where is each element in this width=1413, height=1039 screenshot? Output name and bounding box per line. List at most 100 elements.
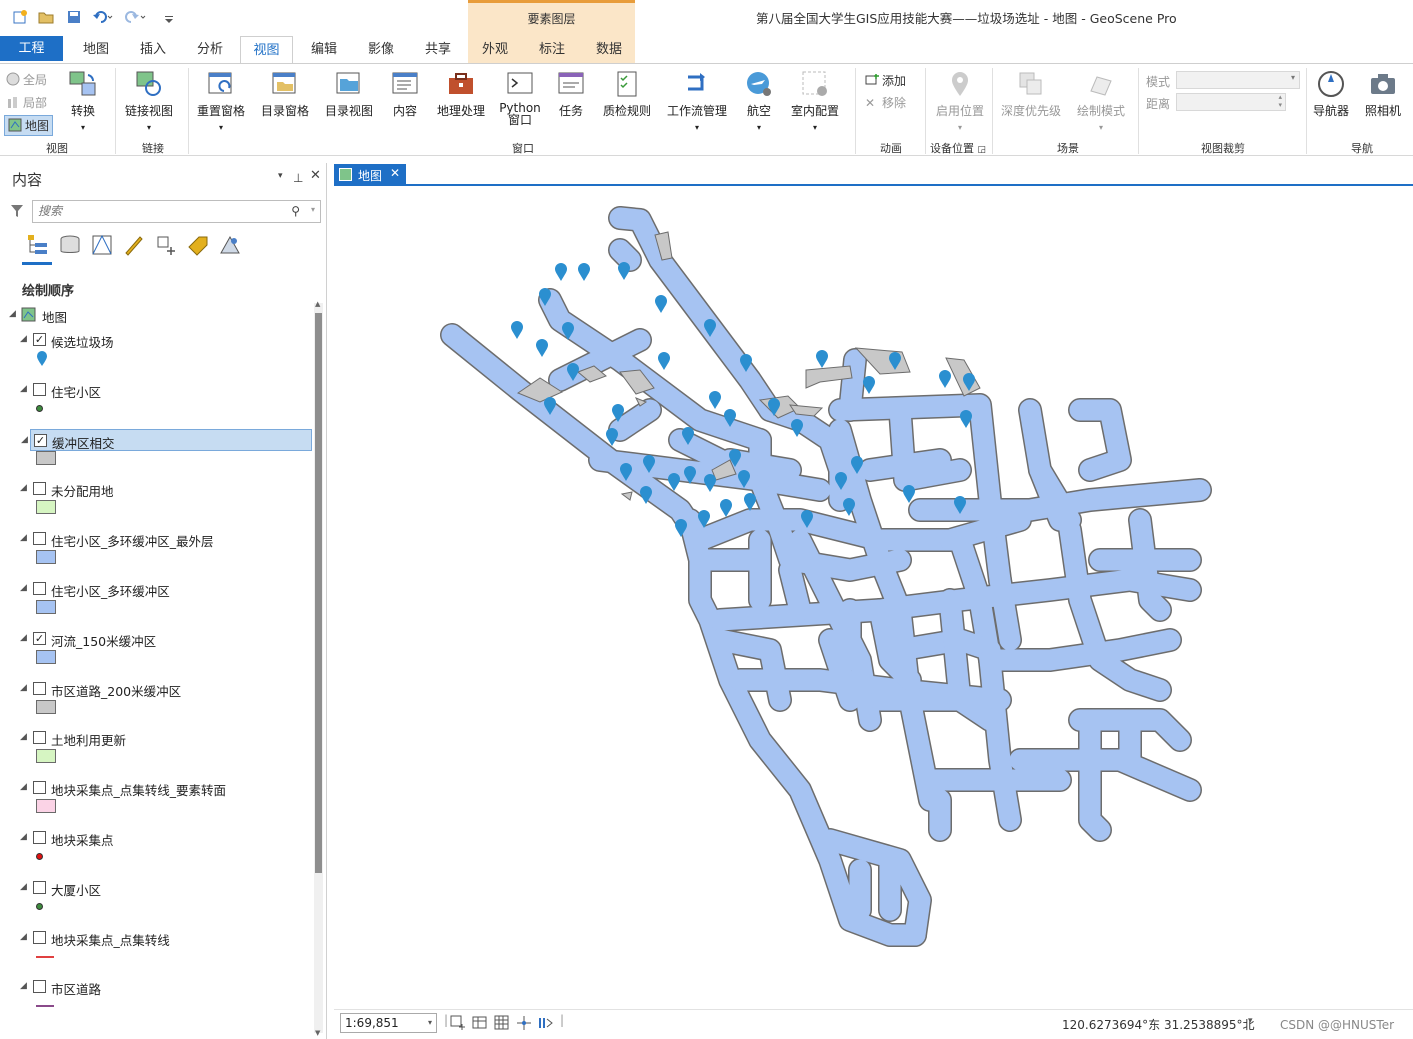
map-tree-node[interactable]: ◢ 地图: [0, 304, 312, 326]
layer-row[interactable]: ◢ 市区道路_200米缓冲区: [0, 678, 312, 700]
redo-icon[interactable]: [124, 9, 146, 25]
layer-visibility-checkbox[interactable]: ✓: [34, 434, 47, 447]
layer-row[interactable]: ◢ 地块采集点: [0, 827, 312, 849]
enable-location-button[interactable]: 启用位置 ▾: [932, 69, 988, 133]
collapse-arrow-icon[interactable]: ◢: [20, 384, 27, 394]
tab-labeling[interactable]: 标注: [525, 36, 579, 63]
layer-visibility-checkbox[interactable]: [33, 731, 46, 744]
list-by-snapping-icon[interactable]: [154, 233, 178, 257]
tab-share[interactable]: 共享: [411, 36, 465, 63]
collapse-arrow-icon[interactable]: ◢: [20, 334, 27, 344]
link-view-button[interactable]: 链接视图 ▾: [121, 69, 177, 133]
collapse-arrow-icon[interactable]: ◢: [20, 882, 27, 892]
pause-drawing-icon[interactable]: [538, 1015, 554, 1031]
navigator-button[interactable]: 导航器: [1310, 69, 1352, 119]
scroll-down-icon[interactable]: ▼: [315, 1029, 320, 1037]
local-button[interactable]: 局部: [6, 94, 47, 111]
layer-row[interactable]: ◢ 地块采集点_点集转线_要素转面: [0, 777, 312, 799]
layer-row[interactable]: ◢ 住宅小区_多环缓冲区_最外层: [0, 528, 312, 550]
layer-visibility-checkbox[interactable]: [33, 682, 46, 695]
tab-edit[interactable]: 编辑: [297, 36, 351, 63]
collapse-arrow-icon[interactable]: ◢: [9, 309, 16, 319]
save-project-icon[interactable]: [66, 9, 82, 25]
list-by-editing-icon[interactable]: [122, 233, 146, 257]
map-graphics[interactable]: [334, 186, 1413, 1009]
map-view-tab[interactable]: 地图 ✕: [334, 164, 406, 186]
collapse-arrow-icon[interactable]: ◢: [20, 633, 27, 643]
catalog-view-button[interactable]: 目录视图: [321, 69, 377, 119]
table-icon[interactable]: [472, 1015, 488, 1031]
layer-visibility-checkbox[interactable]: [33, 582, 46, 595]
fixed-zoom-icon[interactable]: [450, 1015, 466, 1031]
camera-button[interactable]: 照相机: [1362, 69, 1404, 119]
qc-rules-button[interactable]: 质检规则: [600, 69, 654, 119]
convert-button[interactable]: 转换 ▾: [64, 69, 102, 133]
draw-mode-button[interactable]: 绘制模式 ▾: [1072, 69, 1130, 133]
global-button[interactable]: 全局: [6, 71, 47, 88]
collapse-arrow-icon[interactable]: ◢: [20, 832, 27, 842]
geoprocessing-button[interactable]: 地理处理: [434, 69, 488, 119]
layer-row[interactable]: ◢ 未分配用地: [0, 478, 312, 500]
layer-visibility-checkbox[interactable]: ✓: [33, 632, 46, 645]
collapse-arrow-icon[interactable]: ◢: [20, 732, 27, 742]
clip-distance-input[interactable]: ▴ ▾: [1176, 93, 1286, 111]
undo-icon[interactable]: [92, 9, 114, 25]
scroll-up-icon[interactable]: ▲: [315, 300, 320, 308]
clip-mode-select[interactable]: ▾: [1176, 71, 1300, 89]
pin-icon[interactable]: ⊥: [293, 171, 303, 185]
layer-row[interactable]: ◢ 住宅小区_多环缓冲区: [0, 578, 312, 600]
collapse-arrow-icon[interactable]: ◢: [20, 533, 27, 543]
layer-row[interactable]: ◢ 地块采集点_点集转线: [0, 927, 312, 949]
animation-add-button[interactable]: 添加: [865, 72, 906, 89]
tab-data[interactable]: 数据: [582, 36, 636, 63]
layer-visibility-checkbox[interactable]: [33, 532, 46, 545]
layer-row[interactable]: ◢ ✓ 缓冲区相交: [21, 429, 312, 451]
collapse-arrow-icon[interactable]: ◢: [20, 782, 27, 792]
tab-map[interactable]: 地图: [69, 36, 123, 63]
layer-row[interactable]: ◢ ✓ 候选垃圾场: [0, 329, 312, 351]
map-view-button[interactable]: 地图: [4, 115, 54, 136]
animation-remove-button[interactable]: ✕ 移除: [865, 94, 906, 111]
list-by-perspective-icon[interactable]: [218, 233, 242, 257]
collapse-arrow-icon[interactable]: ◢: [21, 435, 28, 445]
contents-scrollbar[interactable]: ▲ ▼: [314, 300, 323, 1037]
collapse-arrow-icon[interactable]: ◢: [20, 932, 27, 942]
reset-panes-button[interactable]: 重置窗格 ▾: [194, 69, 248, 133]
open-project-icon[interactable]: [38, 9, 54, 25]
tab-view[interactable]: 视图: [240, 36, 293, 64]
search-icon[interactable]: ⚲: [291, 204, 300, 218]
contents-button[interactable]: 内容: [386, 69, 424, 119]
tab-imagery[interactable]: 影像: [354, 36, 408, 63]
layer-visibility-checkbox[interactable]: [33, 980, 46, 993]
layer-visibility-checkbox[interactable]: [33, 383, 46, 396]
layer-row[interactable]: ◢ 土地利用更新: [0, 727, 312, 749]
layer-row[interactable]: ◢ 大厦小区: [0, 877, 312, 899]
close-pane-icon[interactable]: ✕: [310, 168, 321, 183]
new-project-icon[interactable]: [12, 9, 28, 25]
layer-row[interactable]: ◢ 市区道路: [0, 976, 312, 998]
chevron-down-icon[interactable]: ▾: [1248, 1016, 1253, 1026]
tab-appearance[interactable]: 外观: [468, 36, 522, 63]
collapse-arrow-icon[interactable]: ◢: [20, 683, 27, 693]
layer-visibility-checkbox[interactable]: [33, 482, 46, 495]
search-input[interactable]: [38, 201, 278, 221]
collapse-arrow-icon[interactable]: ◢: [20, 583, 27, 593]
tab-project[interactable]: 工程: [0, 36, 63, 61]
scale-select[interactable]: 1:69,851 ▾: [340, 1013, 437, 1033]
workflow-manager-button[interactable]: 工作流管理 ▾: [664, 69, 730, 133]
filter-icon[interactable]: [10, 204, 24, 218]
python-window-button[interactable]: Python 窗口: [497, 69, 543, 126]
chevron-down-icon[interactable]: ▾: [311, 205, 315, 214]
aviation-button[interactable]: 航空 ▾: [740, 69, 778, 133]
collapse-arrow-icon[interactable]: ◢: [20, 981, 27, 991]
pane-options-icon[interactable]: ▾: [278, 171, 283, 181]
customize-toolbar-icon[interactable]: [164, 9, 174, 25]
map-canvas[interactable]: [334, 186, 1413, 1009]
indoors-config-button[interactable]: 室内配置 ▾: [788, 69, 842, 133]
list-by-labeling-icon[interactable]: [186, 233, 210, 257]
layer-visibility-checkbox[interactable]: ✓: [33, 333, 46, 346]
grid-icon[interactable]: [494, 1015, 510, 1031]
layer-row[interactable]: ◢ ✓ 河流_150米缓冲区: [0, 628, 312, 650]
layer-visibility-checkbox[interactable]: [33, 881, 46, 894]
list-by-data-source-icon[interactable]: [58, 233, 82, 257]
